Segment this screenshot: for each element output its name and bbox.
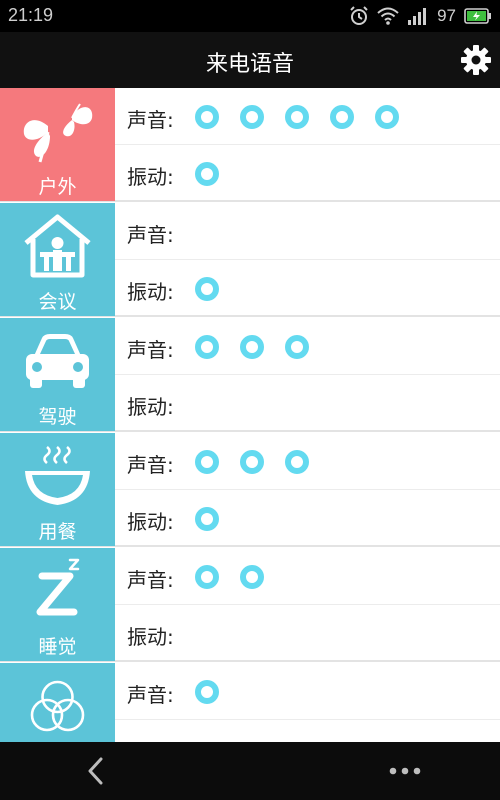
- sleep-z-icon: [20, 556, 95, 626]
- profile-tile[interactable]: 用餐: [0, 433, 115, 546]
- sound-row[interactable]: 声音:: [115, 88, 500, 145]
- nav-bar: [0, 742, 500, 800]
- profile-label: 驾驶: [38, 406, 77, 428]
- sound-level-dot[interactable]: [285, 105, 309, 129]
- back-arrow-icon: [88, 757, 103, 785]
- vibrate-label: 振动:: [127, 395, 174, 419]
- car-icon: [20, 326, 95, 396]
- profile-row[interactable]: 会议 声音: 振动:: [0, 203, 500, 317]
- sound-level-dot[interactable]: [195, 105, 219, 129]
- sound-row[interactable]: 声音:: [115, 663, 500, 720]
- profile-row[interactable]: 用餐 声音: 振动:: [0, 433, 500, 547]
- profile-tile[interactable]: 驾驶: [0, 318, 115, 431]
- more-dots-icon: [389, 767, 421, 775]
- profile-row[interactable]: 睡觉 声音: 振动:: [0, 548, 500, 662]
- profile-tile[interactable]: 会议: [0, 203, 115, 316]
- sound-level-indicator[interactable]: [195, 335, 309, 359]
- title-bar: 来电语音: [0, 32, 500, 88]
- sound-level-dot[interactable]: [195, 565, 219, 589]
- vibrate-level-indicator[interactable]: [195, 507, 219, 531]
- signal-icon: [407, 7, 429, 25]
- sound-level-indicator[interactable]: [195, 105, 399, 129]
- alarm-icon: [349, 6, 369, 26]
- sound-level-dot[interactable]: [195, 680, 219, 704]
- status-icons: 97: [349, 5, 492, 27]
- sound-level-dot[interactable]: [195, 450, 219, 474]
- butterfly-icon: [20, 96, 95, 166]
- sound-level-dot[interactable]: [330, 105, 354, 129]
- sound-level-indicator[interactable]: [195, 565, 264, 589]
- vibrate-level-dot[interactable]: [195, 507, 219, 531]
- vibrate-row[interactable]: 振动:: [115, 145, 500, 201]
- profile-list[interactable]: 户外 声音: 振动: 会议 声音: 振动: 驾驶 声音: 振动: 用餐 声音: 振动: 睡觉 声音: 振动:…: [0, 88, 500, 742]
- sound-level-indicator[interactable]: [195, 450, 309, 474]
- sound-label: 声音:: [127, 223, 174, 247]
- vibrate-row[interactable]: 振动:: [115, 375, 500, 431]
- sound-row[interactable]: 声音:: [115, 548, 500, 605]
- sound-level-dot[interactable]: [195, 335, 219, 359]
- sound-level-dot[interactable]: [375, 105, 399, 129]
- meeting-room-icon: [20, 211, 95, 281]
- profile-label: 用餐: [38, 521, 77, 543]
- vibrate-label: 振动:: [127, 165, 174, 189]
- sound-level-dot[interactable]: [240, 335, 264, 359]
- steaming-bowl-icon: [20, 441, 95, 511]
- vibrate-row[interactable]: 振动:: [115, 490, 500, 546]
- sound-level-dot[interactable]: [240, 565, 264, 589]
- profile-label: 会议: [38, 291, 77, 313]
- vibrate-level-dot[interactable]: [195, 277, 219, 301]
- profile-label: 睡觉: [38, 636, 77, 658]
- profile-row[interactable]: 户外 声音: 振动:: [0, 88, 500, 202]
- wifi-icon: [377, 7, 399, 25]
- profile-row[interactable]: 驾驶 声音: 振动:: [0, 318, 500, 432]
- profile-tile[interactable]: 户外: [0, 88, 115, 201]
- vibrate-level-dot[interactable]: [195, 162, 219, 186]
- profile-label: 户外: [38, 176, 77, 198]
- sound-label: 声音:: [127, 568, 174, 592]
- sound-label: 声音:: [127, 338, 174, 362]
- sound-label: 声音:: [127, 108, 174, 132]
- vibrate-label: 振动:: [127, 625, 174, 649]
- vibrate-row[interactable]: 振动:: [115, 720, 500, 742]
- vibrate-label: 振动:: [127, 280, 174, 304]
- page-title: 来电语音: [205, 52, 294, 77]
- sound-level-dot[interactable]: [240, 450, 264, 474]
- vibrate-level-indicator[interactable]: [195, 277, 219, 301]
- back-button[interactable]: [80, 754, 114, 788]
- sound-label: 声音:: [127, 453, 174, 477]
- sound-label: 声音:: [127, 683, 174, 707]
- circles-icon: [20, 671, 95, 741]
- sound-row[interactable]: 声音:: [115, 318, 500, 375]
- sound-level-dot[interactable]: [240, 105, 264, 129]
- settings-button[interactable]: [460, 44, 492, 76]
- vibrate-label: 振动:: [127, 510, 174, 534]
- status-time: 21:19: [8, 5, 54, 25]
- more-button[interactable]: [385, 754, 425, 788]
- profile-tile[interactable]: [0, 663, 115, 742]
- battery-percent: 97: [437, 6, 456, 25]
- sound-level-dot[interactable]: [285, 335, 309, 359]
- status-bar: 21:19 97: [0, 0, 500, 32]
- profile-row[interactable]: 声音: 振动:: [0, 663, 500, 742]
- sound-row[interactable]: 声音:: [115, 203, 500, 260]
- sound-level-dot[interactable]: [285, 450, 309, 474]
- profile-tile[interactable]: 睡觉: [0, 548, 115, 661]
- vibrate-row[interactable]: 振动:: [115, 260, 500, 316]
- vibrate-level-indicator[interactable]: [195, 162, 219, 186]
- sound-row[interactable]: 声音:: [115, 433, 500, 490]
- battery-charging-icon: [464, 8, 492, 24]
- vibrate-row[interactable]: 振动:: [115, 605, 500, 661]
- gear-icon: [461, 45, 491, 75]
- sound-level-indicator[interactable]: [195, 680, 219, 704]
